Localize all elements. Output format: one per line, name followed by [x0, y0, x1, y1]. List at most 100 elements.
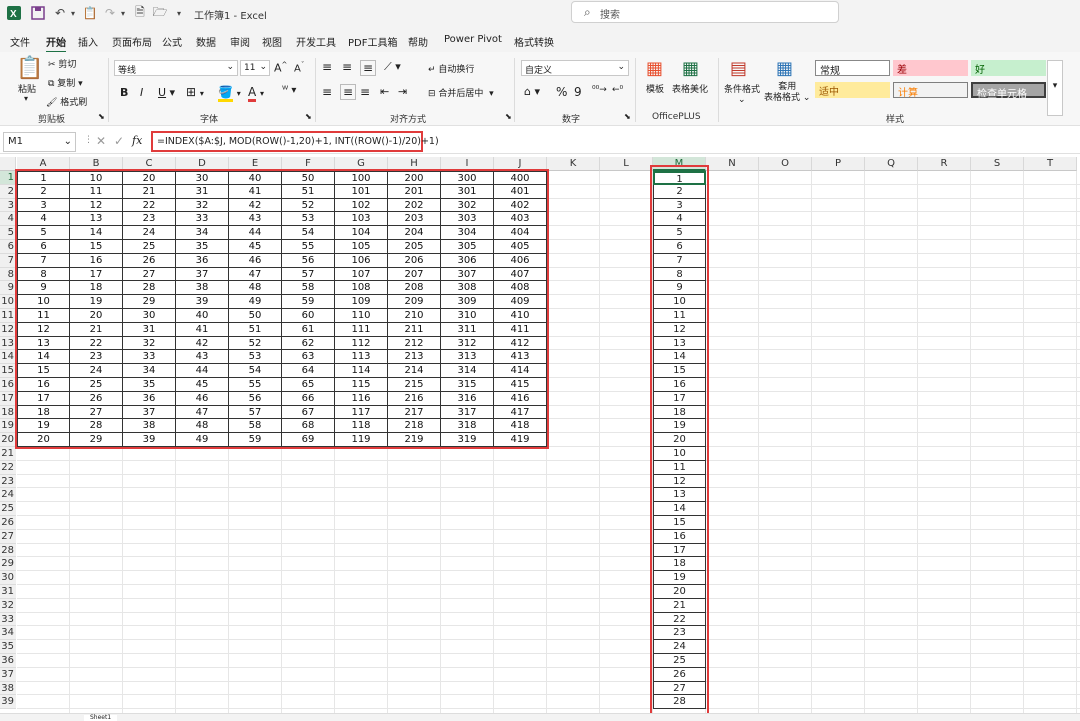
cell-A6[interactable]: 6 [17, 240, 70, 254]
cell-D6[interactable]: 35 [176, 240, 229, 254]
cell-M19[interactable]: 19 [653, 419, 706, 434]
row-header-21[interactable]: 21 [0, 447, 16, 461]
row-header-14[interactable]: 14 [0, 350, 16, 365]
cell-C15[interactable]: 34 [123, 364, 176, 378]
cell-I7[interactable]: 306 [441, 253, 494, 268]
cell-style-0[interactable]: 常规 [815, 60, 890, 77]
cell-A11[interactable]: 11 [17, 309, 70, 323]
cell-J7[interactable]: 406 [494, 253, 547, 268]
cell-style-2[interactable]: 好 [971, 60, 1046, 76]
cell-D13[interactable]: 42 [176, 336, 229, 351]
cell-G19[interactable]: 118 [335, 419, 388, 434]
cancel-icon[interactable]: ✕ [96, 134, 106, 148]
cell-F13[interactable]: 62 [282, 336, 335, 351]
cell-E6[interactable]: 45 [229, 240, 282, 254]
cell-B11[interactable]: 20 [70, 309, 123, 323]
cell-G1[interactable]: 100 [335, 171, 388, 185]
cell-I2[interactable]: 301 [441, 184, 494, 199]
cell-G12[interactable]: 111 [335, 322, 388, 337]
cell-E7[interactable]: 46 [229, 253, 282, 268]
cell-I13[interactable]: 312 [441, 336, 494, 351]
undo-icon[interactable]: ↶ [52, 4, 68, 22]
cell-G3[interactable]: 102 [335, 198, 388, 213]
cell-H15[interactable]: 214 [388, 364, 441, 378]
cell-M15[interactable]: 15 [653, 364, 706, 378]
cell-M24[interactable]: 13 [653, 488, 706, 503]
cell-A19[interactable]: 19 [17, 419, 70, 434]
cell-I14[interactable]: 313 [441, 350, 494, 365]
align-left-button[interactable]: ≡ [322, 85, 332, 99]
cell-D12[interactable]: 41 [176, 322, 229, 337]
cell-H18[interactable]: 217 [388, 405, 441, 420]
cell-G18[interactable]: 117 [335, 405, 388, 420]
tab-menu-10[interactable]: 帮助 [408, 34, 428, 49]
italic-button[interactable]: I [140, 86, 143, 99]
cell-A17[interactable]: 17 [17, 391, 70, 406]
cell-M12[interactable]: 12 [653, 322, 706, 337]
redo-icon[interactable]: ↷ [102, 4, 118, 22]
cell-A16[interactable]: 16 [17, 378, 70, 392]
row-header-5[interactable]: 5 [0, 226, 16, 240]
column-header-I[interactable]: I [441, 157, 494, 171]
cell-D10[interactable]: 39 [176, 295, 229, 309]
cell-F12[interactable]: 61 [282, 322, 335, 337]
row-header-11[interactable]: 11 [0, 309, 16, 323]
cell-A3[interactable]: 3 [17, 198, 70, 213]
column-header-O[interactable]: O [759, 157, 812, 171]
dialog-launcher-icon[interactable]: ⬊ [505, 112, 512, 121]
cell-M2[interactable]: 2 [653, 184, 706, 199]
row-header-25[interactable]: 25 [0, 502, 16, 516]
decrease-indent-button[interactable]: ⇤ [380, 85, 389, 98]
cell-M10[interactable]: 10 [653, 295, 706, 309]
cell-D18[interactable]: 47 [176, 405, 229, 420]
row-header-38[interactable]: 38 [0, 681, 16, 696]
align-middle-button[interactable]: ≡ [342, 60, 352, 74]
bold-button[interactable]: B [120, 86, 128, 99]
cell-H9[interactable]: 208 [388, 281, 441, 296]
cell-D4[interactable]: 33 [176, 212, 229, 227]
cell-E12[interactable]: 51 [229, 322, 282, 337]
cell-D20[interactable]: 49 [176, 433, 229, 447]
tab-menu-8[interactable]: 开发工具 [296, 34, 336, 49]
cell-G2[interactable]: 101 [335, 184, 388, 199]
cell-D8[interactable]: 37 [176, 267, 229, 282]
cell-G8[interactable]: 107 [335, 267, 388, 282]
table-format-button[interactable]: 套用 表格格式 ⌄ [764, 82, 810, 104]
decrease-decimal-button[interactable]: ←⁰ [612, 85, 623, 95]
cell-H19[interactable]: 218 [388, 419, 441, 434]
tab-menu-11[interactable]: Power Pivot [444, 34, 502, 45]
folder-icon[interactable]: 🗁 [152, 4, 168, 22]
cell-M1[interactable]: 1 [653, 171, 706, 185]
cell-F7[interactable]: 56 [282, 253, 335, 268]
cell-D16[interactable]: 45 [176, 378, 229, 392]
cell-G20[interactable]: 119 [335, 433, 388, 447]
cell-M32[interactable]: 21 [653, 598, 706, 613]
cell-E14[interactable]: 53 [229, 350, 282, 365]
cell-B20[interactable]: 29 [70, 433, 123, 447]
cell-G16[interactable]: 115 [335, 378, 388, 392]
cell-D5[interactable]: 34 [176, 226, 229, 240]
cell-H13[interactable]: 212 [388, 336, 441, 351]
tab-home[interactable]: 开始 [46, 34, 66, 53]
cell-G5[interactable]: 104 [335, 226, 388, 240]
cell-M5[interactable]: 5 [653, 226, 706, 240]
row-header-4[interactable]: 4 [0, 212, 16, 227]
cell-A2[interactable]: 2 [17, 184, 70, 199]
cell-style-4[interactable]: 计算 [893, 82, 968, 99]
cell-A7[interactable]: 7 [17, 253, 70, 268]
cell-F20[interactable]: 69 [282, 433, 335, 447]
cell-D7[interactable]: 36 [176, 253, 229, 268]
cell-G7[interactable]: 106 [335, 253, 388, 268]
cell-B14[interactable]: 23 [70, 350, 123, 365]
cell-F6[interactable]: 55 [282, 240, 335, 254]
cell-C4[interactable]: 23 [123, 212, 176, 227]
cell-E20[interactable]: 59 [229, 433, 282, 447]
tab-menu-12[interactable]: 格式转换 [514, 34, 554, 49]
cell-B15[interactable]: 24 [70, 364, 123, 378]
cell-B1[interactable]: 10 [70, 171, 123, 185]
cell-M16[interactable]: 16 [653, 378, 706, 392]
tab-menu-6[interactable]: 审阅 [230, 34, 250, 49]
cell-M18[interactable]: 18 [653, 405, 706, 420]
cell-H8[interactable]: 207 [388, 267, 441, 282]
column-header-N[interactable]: N [706, 157, 759, 171]
